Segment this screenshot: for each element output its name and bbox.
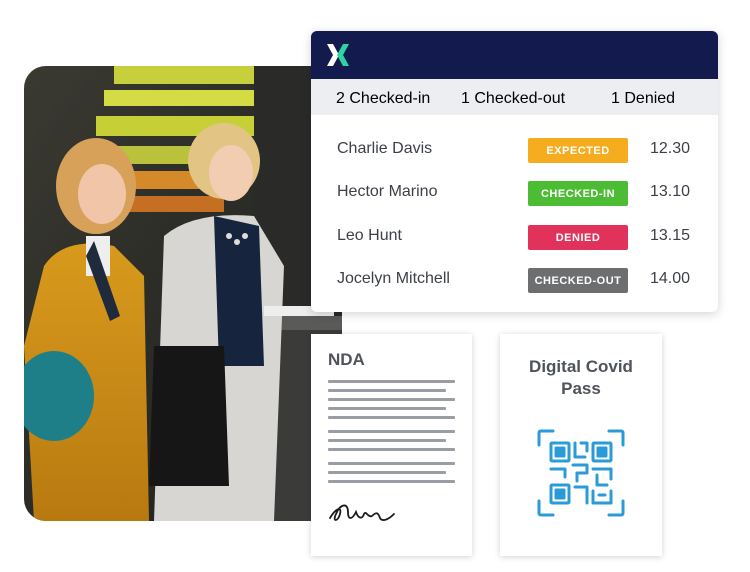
text-line (328, 480, 455, 483)
list-item[interactable]: Leo Hunt DENIED 13.15 (311, 223, 718, 253)
signature-icon (329, 504, 395, 521)
text-line (328, 430, 455, 433)
visitor-time: 12.30 (650, 140, 691, 157)
visitor-name: Hector Marino (337, 183, 438, 200)
status-badge: CHECKED-IN (528, 181, 628, 206)
text-line (328, 389, 446, 392)
nda-document[interactable]: NDA (311, 334, 472, 556)
status-badge: CHECKED-OUT (528, 268, 628, 293)
stat-denied: 1 Denied (611, 90, 676, 107)
text-line (328, 398, 455, 401)
covid-pass-card[interactable]: Digital Covid Pass (500, 334, 662, 556)
visitor-list-card: 2 Checked-in 1 Checked-out 1 Denied Char… (311, 31, 718, 312)
card-header (311, 31, 718, 79)
qr-code-icon (537, 429, 625, 517)
visitor-time: 13.15 (650, 227, 691, 244)
x-logo-icon (327, 44, 349, 66)
visitor-name: Charlie Davis (337, 140, 433, 157)
visitor-name: Jocelyn Mitchell (337, 270, 450, 287)
covid-pass-title: Digital Covid Pass (529, 357, 633, 398)
visitor-name: Leo Hunt (337, 227, 402, 244)
stat-checked-out: 1 Checked-out (461, 90, 566, 107)
text-line (328, 380, 455, 383)
text-line (328, 416, 455, 419)
reception-photo (24, 66, 342, 521)
visitor-time: 14.00 (650, 270, 691, 287)
text-line (328, 439, 446, 442)
text-line (328, 471, 446, 474)
visitor-time: 13.10 (650, 183, 691, 200)
list-item[interactable]: Charlie Davis EXPECTED 12.30 (311, 136, 718, 166)
text-line (328, 462, 455, 465)
text-line (328, 448, 455, 451)
nda-title: NDA (328, 350, 365, 369)
text-line (328, 407, 446, 410)
status-badge: DENIED (528, 225, 628, 250)
list-item[interactable]: Jocelyn Mitchell CHECKED-OUT 14.00 (311, 266, 718, 296)
list-item[interactable]: Hector Marino CHECKED-IN 13.10 (311, 179, 718, 209)
status-badge: EXPECTED (528, 138, 628, 163)
stat-checked-in: 2 Checked-in (336, 90, 431, 107)
